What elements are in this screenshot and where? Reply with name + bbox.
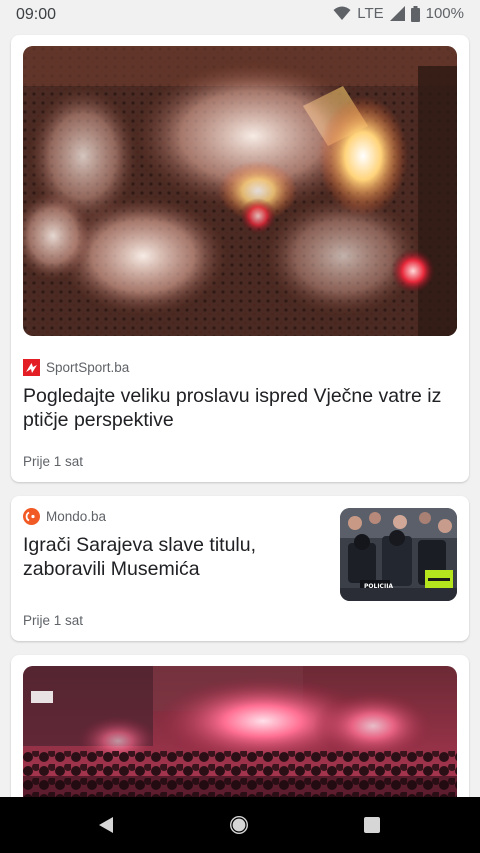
status-bar: 09:00 LTE 100%: [0, 0, 480, 30]
timestamp: Prije 1 sat: [23, 454, 84, 469]
signal-icon: [389, 6, 405, 21]
battery-icon: [410, 5, 420, 22]
news-image[interactable]: [23, 666, 457, 815]
sportsport-logo-icon: [23, 359, 40, 376]
status-icons: LTE 100%: [333, 5, 464, 22]
news-thumbnail[interactable]: POLICIJA: [340, 508, 457, 601]
news-card[interactable]: SportSport.ba Pogledajte veliku proslavu…: [11, 35, 469, 482]
source-row: SportSport.ba: [23, 359, 129, 376]
news-card[interactable]: Mondo.ba Igrači Sarajeva slave titulu, z…: [11, 496, 469, 641]
mondo-logo-icon: [23, 508, 40, 525]
news-image[interactable]: [23, 46, 457, 336]
recents-icon[interactable]: [361, 814, 383, 836]
navigation-bar: [0, 797, 480, 853]
source-name: SportSport.ba: [46, 360, 130, 375]
back-icon[interactable]: [95, 814, 117, 836]
news-card[interactable]: [11, 655, 469, 815]
network-label: LTE: [357, 5, 384, 22]
home-icon[interactable]: [228, 814, 250, 836]
battery-level: 100%: [425, 5, 464, 22]
source-row: Mondo.ba: [23, 508, 106, 525]
source-name: Mondo.ba: [46, 509, 107, 524]
timestamp: Prije 1 sat: [23, 613, 84, 628]
status-time: 09:00: [16, 6, 57, 23]
headline[interactable]: Pogledajte veliku proslavu ispred Vječne…: [23, 384, 443, 432]
wifi-icon: [333, 6, 351, 21]
headline[interactable]: Igrači Sarajeva slave titulu, zaboravili…: [23, 533, 318, 581]
